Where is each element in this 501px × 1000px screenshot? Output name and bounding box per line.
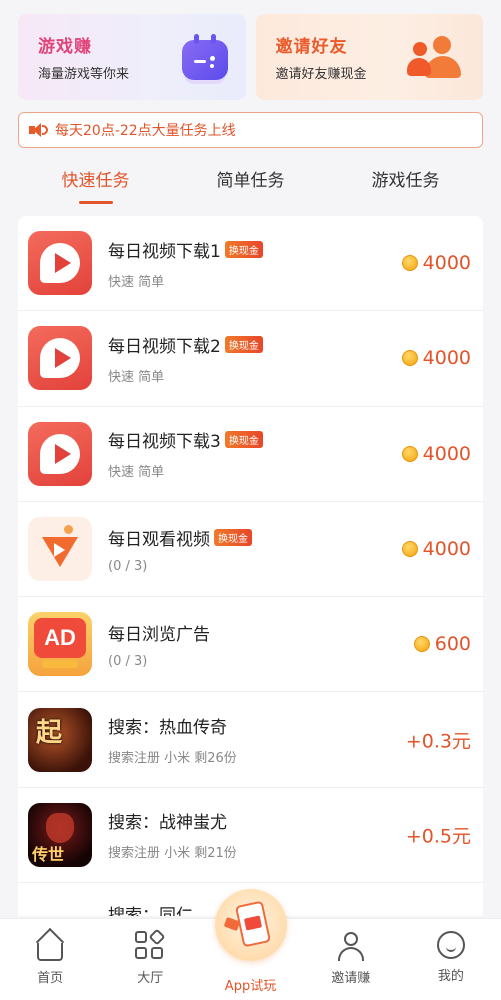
list-item[interactable]: 每日视频下载3 换现金 快速 简单 4000 — [18, 407, 483, 502]
video-app-icon — [28, 326, 92, 391]
task-title: 搜索：战神蚩尤 — [108, 813, 227, 834]
task-title: 搜索：热血传奇 — [108, 718, 227, 739]
nav-label: 首页 — [37, 971, 64, 986]
task-reward: +0.5元 — [406, 821, 471, 848]
task-progress: (0 / 3) — [108, 558, 148, 574]
list-item[interactable]: 起 搜索：热血传奇 搜索注册 小米 剩26份 +0.3元 — [18, 692, 483, 788]
list-item[interactable]: 每日观看视频 换现金 (0 / 3) 4000 — [18, 502, 483, 598]
smile-icon — [436, 931, 465, 959]
notice-bar[interactable]: 每天20点-22点大量任务上线 — [18, 112, 483, 148]
top-banners: 游戏赚 海量游戏等你来 邀请好友 邀请好友赚现金 — [18, 14, 483, 100]
coin-icon — [401, 541, 418, 558]
nav-label: App试玩 — [224, 979, 277, 994]
task-reward: 4000 — [401, 538, 471, 561]
cash-tag: 换现金 — [224, 335, 263, 353]
task-title: 每日浏览广告 — [108, 624, 210, 645]
nav-label: 大厅 — [137, 971, 164, 986]
nav-label: 我的 — [437, 969, 464, 984]
list-item[interactable]: 传世 搜索：战神蚩尤 搜索注册 小米 剩21份 +0.5元 — [18, 788, 483, 884]
nav-app-trial[interactable]: App试玩 — [200, 889, 300, 1000]
game-earn-banner[interactable]: 游戏赚 海量游戏等你来 — [18, 14, 246, 100]
game-app-icon: 起 — [28, 707, 92, 772]
coin-icon — [401, 445, 418, 462]
task-title: 每日观看视频 — [108, 529, 210, 550]
task-title: 每日视频下载1 — [108, 241, 221, 262]
app-icon — [28, 901, 92, 916]
list-item[interactable]: 每日视频下载2 换现金 快速 简单 4000 — [18, 311, 483, 407]
task-progress: (0 / 3) — [108, 653, 148, 669]
reward-value: +0.5元 — [405, 825, 471, 848]
tab-quick-tasks[interactable]: 快速任务 — [18, 158, 173, 208]
task-title: 每日视频下载3 — [108, 432, 221, 453]
video-app-icon — [28, 421, 92, 486]
game-app-icon: 传世 — [28, 802, 92, 867]
task-tabs: 快速任务 简单任务 游戏任务 — [18, 158, 483, 208]
nav-me[interactable]: 我的 — [401, 919, 501, 1000]
cash-tag: 换现金 — [224, 240, 263, 258]
tab-simple-tasks[interactable]: 简单任务 — [173, 158, 328, 208]
task-title: 搜索：同仁 — [108, 901, 193, 916]
task-reward: 4000 — [401, 442, 471, 465]
ad-app-icon: AD — [28, 612, 92, 677]
reward-value: 4000 — [422, 347, 471, 370]
nav-label: 邀请赚 — [331, 971, 371, 986]
reward-value: 4000 — [422, 538, 471, 561]
home-icon — [37, 943, 64, 961]
grid-icon — [135, 928, 166, 961]
tab-game-tasks[interactable]: 游戏任务 — [328, 158, 483, 208]
person-icon — [336, 931, 366, 961]
task-reward: 4000 — [401, 347, 471, 370]
watch-video-app-icon — [28, 517, 92, 582]
gamepad-icon — [181, 34, 228, 80]
task-title: 每日视频下载2 — [108, 336, 221, 357]
task-list: 每日视频下载1 换现金 快速 简单 4000 每日视频下载2 换现金 快速 简单… — [18, 216, 483, 916]
task-reward: 4000 — [401, 252, 471, 275]
people-icon — [407, 36, 467, 80]
reward-value: +0.3元 — [405, 730, 471, 753]
nav-hall[interactable]: 大厅 — [100, 919, 200, 1000]
reward-value: 4000 — [422, 442, 471, 465]
cash-tag: 换现金 — [224, 431, 263, 449]
cash-tag: 换现金 — [214, 528, 252, 546]
bottom-nav: 首页 大厅 App试玩 邀请赚 我的 — [0, 889, 501, 1000]
reward-value: 4000 — [422, 252, 471, 275]
coin-icon — [413, 636, 430, 653]
task-reward: +0.3元 — [406, 726, 471, 753]
coin-icon — [401, 255, 418, 272]
invite-friends-banner[interactable]: 邀请好友 邀请好友赚现金 — [255, 14, 483, 100]
list-item[interactable]: 每日视频下载1 换现金 快速 简单 4000 — [18, 216, 483, 312]
list-item[interactable]: AD 每日浏览广告 (0 / 3) 600 — [18, 597, 483, 693]
notice-text: 每天20点-22点大量任务上线 — [55, 123, 236, 139]
app-trial-icon — [214, 889, 287, 961]
task-reward: 600 — [413, 633, 471, 656]
video-app-icon — [28, 231, 92, 296]
speaker-icon — [29, 122, 48, 138]
reward-value: 600 — [434, 633, 471, 656]
nav-home[interactable]: 首页 — [0, 919, 100, 1000]
nav-invite[interactable]: 邀请赚 — [301, 919, 401, 1000]
coin-icon — [401, 350, 418, 367]
